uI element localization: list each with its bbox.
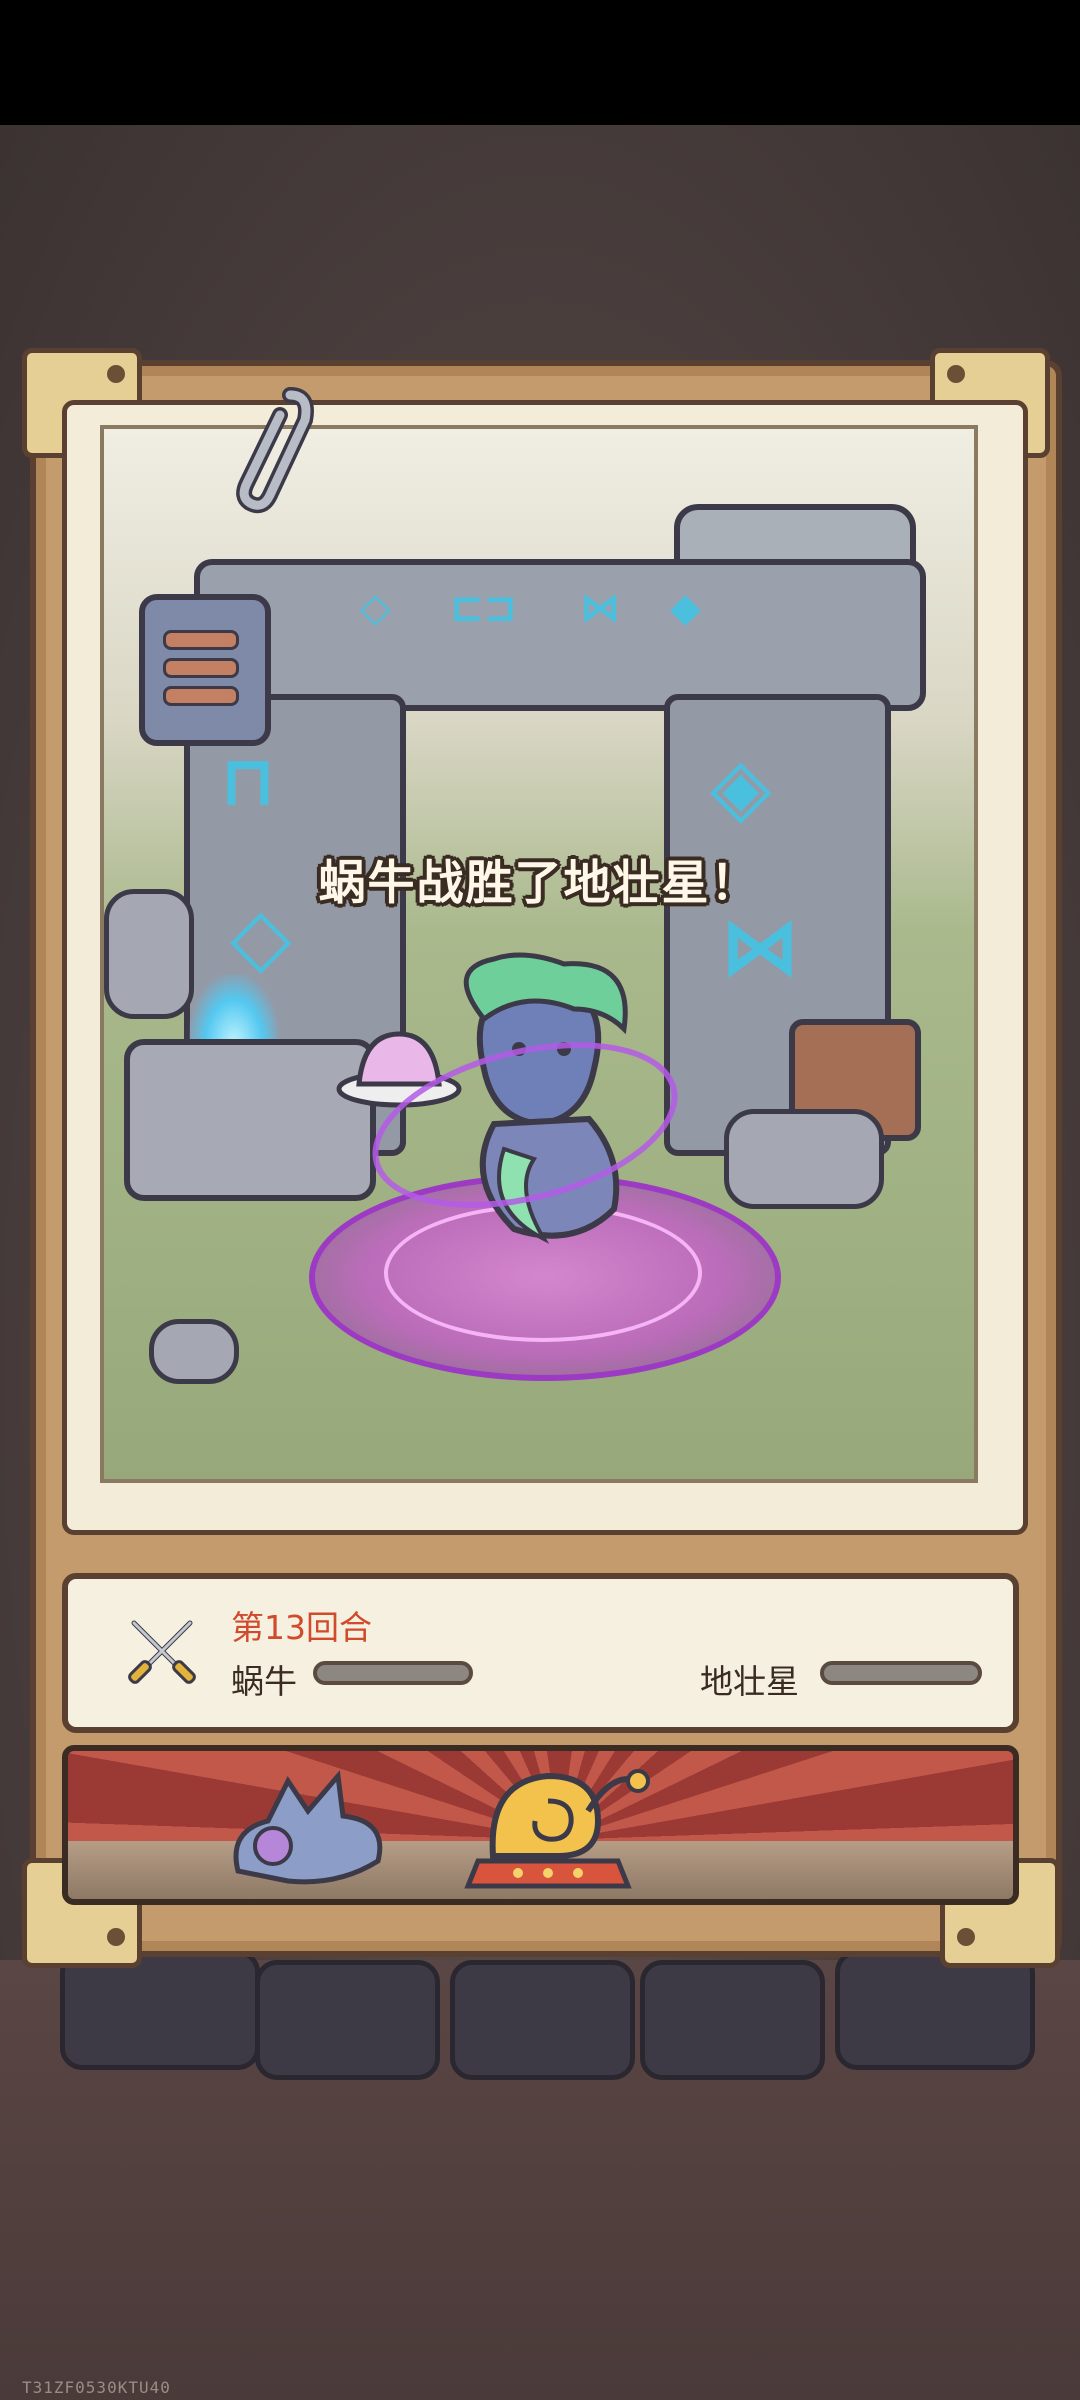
stone-lintel: ◇ ⊏⊐ ⋈ ◆: [194, 559, 926, 711]
rune-icon: ⋈: [580, 585, 620, 631]
player-name: 蜗牛: [231, 1662, 297, 1701]
steam-machine: [139, 594, 271, 746]
rune-icon: ⋈: [720, 900, 800, 993]
rune-icon: ⊓: [220, 740, 276, 822]
victory-scene-illustration: ◇ ⊏⊐ ⋈ ◆ ⊓ ◇ ◈ ⋈ 蜗牛战胜了地壮星！: [100, 425, 978, 1483]
rune-icon: ◆: [670, 585, 701, 631]
status-bar-area: [0, 0, 1080, 125]
rune-icon: ◇: [360, 585, 391, 631]
golden-snail-emblem: [464, 1769, 650, 1889]
background-stone: [255, 1960, 440, 2080]
rune-icon: ◈: [710, 740, 772, 833]
background-stone: [835, 1950, 1035, 2070]
background-stone: [640, 1960, 825, 2080]
opponent-name: 地壮星: [700, 1662, 799, 1701]
defeated-enemy-dragon: [233, 1770, 383, 1885]
game-screen: ◇ ⊏⊐ ⋈ ◆ ⊓ ◇ ◈ ⋈ 蜗牛战胜了地壮星！ 第13回合 蜗牛 地壮星 …: [0, 0, 1080, 2400]
background-stone: [450, 1960, 635, 2080]
rock: [149, 1319, 239, 1384]
round-info-panel: 第13回合 蜗牛 地壮星: [62, 1573, 1019, 1733]
paperclip-icon: [236, 387, 314, 514]
battle-animation-strip: [62, 1745, 1019, 1905]
round-number: 第13回合: [231, 1608, 372, 1647]
rock: [724, 1109, 884, 1209]
crossed-swords-icon: [128, 1620, 196, 1684]
rune-icon: ⊏⊐: [450, 585, 518, 631]
opponent-hp-bar: [820, 1661, 982, 1685]
player-hp-bar: [313, 1661, 473, 1685]
victory-message: 蜗牛战胜了地壮星！: [318, 856, 760, 911]
device-watermark: T31ZF0530KTU40: [22, 2378, 171, 2397]
background-stone: [60, 1950, 260, 2070]
